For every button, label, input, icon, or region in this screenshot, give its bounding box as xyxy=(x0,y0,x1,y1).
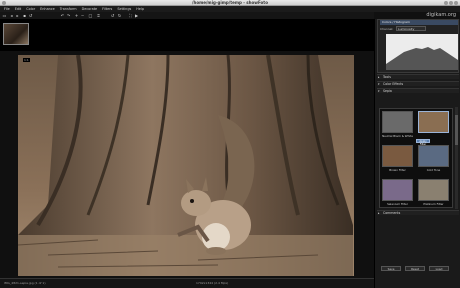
section-color-effects[interactable]: ▾ Color Effects xyxy=(377,81,459,86)
section-comments[interactable]: ▸ Comments xyxy=(377,210,459,215)
status-dimensions: 1792x1344 (2.4 Mpx) xyxy=(196,281,229,285)
collapse-arrow-icon: ▾ xyxy=(378,82,380,86)
histogram-panel: Colors / Histogram Channel: Luminosity xyxy=(377,19,459,73)
menu-transform[interactable]: Transform xyxy=(60,7,77,11)
rotate-right-icon[interactable]: ↻ xyxy=(117,13,122,18)
arrow-left-icon[interactable]: ◂ xyxy=(9,13,14,18)
redo-icon[interactable]: ↷ xyxy=(66,13,71,18)
effect-thumbnail[interactable] xyxy=(382,145,413,167)
thumbnail-bar xyxy=(0,19,374,51)
effect-thumbnail-selected[interactable] xyxy=(418,111,449,133)
undo-icon[interactable]: ↶ xyxy=(60,13,65,18)
effect-label: Brown Filter xyxy=(389,168,406,172)
effect-label: Selenium Filter xyxy=(387,202,408,206)
apply-filter-button[interactable]: Apply Filter xyxy=(416,139,430,146)
menu-file[interactable]: File xyxy=(4,7,10,11)
revert-icon[interactable]: ↺ xyxy=(28,13,33,18)
effect-thumbnail[interactable] xyxy=(418,145,449,167)
menu-decorate[interactable]: Decorate xyxy=(82,7,98,11)
effect-thumbnail[interactable] xyxy=(418,179,449,201)
zoom-out-icon[interactable]: − xyxy=(80,13,85,18)
panel-buttons: Save Reset Load xyxy=(381,266,453,282)
fit-icon[interactable]: □ xyxy=(88,13,93,18)
crop-icon[interactable]: ⌗ xyxy=(96,13,101,18)
rotate-left-icon[interactable]: ↺ xyxy=(110,13,115,18)
channel-label: Channel: xyxy=(380,27,394,31)
expand-arrow-icon: ▸ xyxy=(378,75,380,79)
menu-enhance[interactable]: Enhance xyxy=(40,7,55,11)
menu-help[interactable]: Help xyxy=(136,7,144,11)
minimize-icon[interactable] xyxy=(444,1,448,5)
image-canvas[interactable]: 1:1 xyxy=(18,55,354,276)
effect-label: Neutral Black & White xyxy=(382,134,413,138)
histogram-title: Colors / Histogram xyxy=(380,20,458,25)
effect-thumbnail[interactable] xyxy=(382,179,413,201)
load-settings-button[interactable]: Load xyxy=(429,266,449,271)
effect-label: Platinum Filter xyxy=(423,202,444,206)
toolbar: ▭ ◂ ▸ ▪ ↺ ↶ ↷ + − □ ⌗ ↺ ↻ ⛶ ▶ xyxy=(0,12,374,19)
menu-edit[interactable]: Edit xyxy=(15,7,22,11)
arrow-right-icon[interactable]: ▸ xyxy=(15,13,20,18)
effect-label: Cold Tone xyxy=(426,168,441,172)
statusbar: IMG_4821-sepia.jpg (1 of 1) 1792x1344 (2… xyxy=(0,278,374,288)
effects-scrollbar[interactable] xyxy=(455,107,458,209)
expand-arrow-icon: ▸ xyxy=(378,211,380,215)
menu-color[interactable]: Color xyxy=(26,7,35,11)
maximize-icon[interactable] xyxy=(449,1,453,5)
photo-squirrel xyxy=(18,55,354,276)
zoom-indicator: 1:1 xyxy=(23,58,30,62)
save-icon[interactable]: ▪ xyxy=(22,13,27,18)
slideshow-icon[interactable]: ▶ xyxy=(134,13,139,18)
fullscreen-icon[interactable]: ⛶ xyxy=(128,13,133,18)
section-tools[interactable]: ▸ Tools xyxy=(377,74,459,79)
histogram-graph xyxy=(386,34,458,70)
channel-select[interactable]: Luminosity xyxy=(396,26,426,31)
right-sidebar: Colors / Histogram Channel: Luminosity ▸… xyxy=(374,19,460,288)
zoom-in-icon[interactable]: + xyxy=(74,13,79,18)
status-filename: IMG_4821-sepia.jpg (1 of 1) xyxy=(4,281,46,285)
collapse-arrow-icon: ▾ xyxy=(378,89,380,93)
section-sepia[interactable]: ▾ Sepia xyxy=(377,88,459,93)
folder-open-icon[interactable]: ▭ xyxy=(2,13,7,18)
save-settings-button[interactable]: Save xyxy=(381,266,401,271)
menu-filters[interactable]: Filters xyxy=(102,7,112,11)
effect-thumbnail[interactable] xyxy=(382,111,413,133)
thumbnail-item[interactable] xyxy=(3,23,29,45)
menu-settings[interactable]: Settings xyxy=(117,7,131,11)
effects-grid: Neutral Black & White Apply Filter Brown… xyxy=(379,108,453,208)
reset-button[interactable]: Reset xyxy=(405,266,425,271)
close-icon[interactable] xyxy=(454,1,458,5)
